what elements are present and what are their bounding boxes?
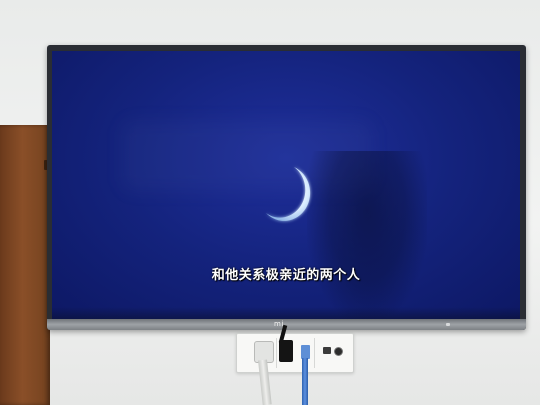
ethernet-plug xyxy=(301,345,310,359)
power-indicator xyxy=(446,323,450,326)
outlet-divider xyxy=(314,338,315,368)
tv-screen: 和他关系极亲近的两个人 xyxy=(52,51,520,319)
black-plug xyxy=(279,340,293,362)
crescent-moon-icon xyxy=(266,167,311,221)
photographer-reflection xyxy=(307,151,427,319)
screen-bottom-gradient xyxy=(52,307,520,319)
network-port xyxy=(323,347,331,354)
outlet-divider xyxy=(276,338,277,368)
ethernet-cable xyxy=(302,358,308,405)
wooden-door xyxy=(0,125,50,405)
subtitle-text: 和他关系极亲近的两个人 xyxy=(211,268,361,283)
coax-port xyxy=(334,347,343,356)
